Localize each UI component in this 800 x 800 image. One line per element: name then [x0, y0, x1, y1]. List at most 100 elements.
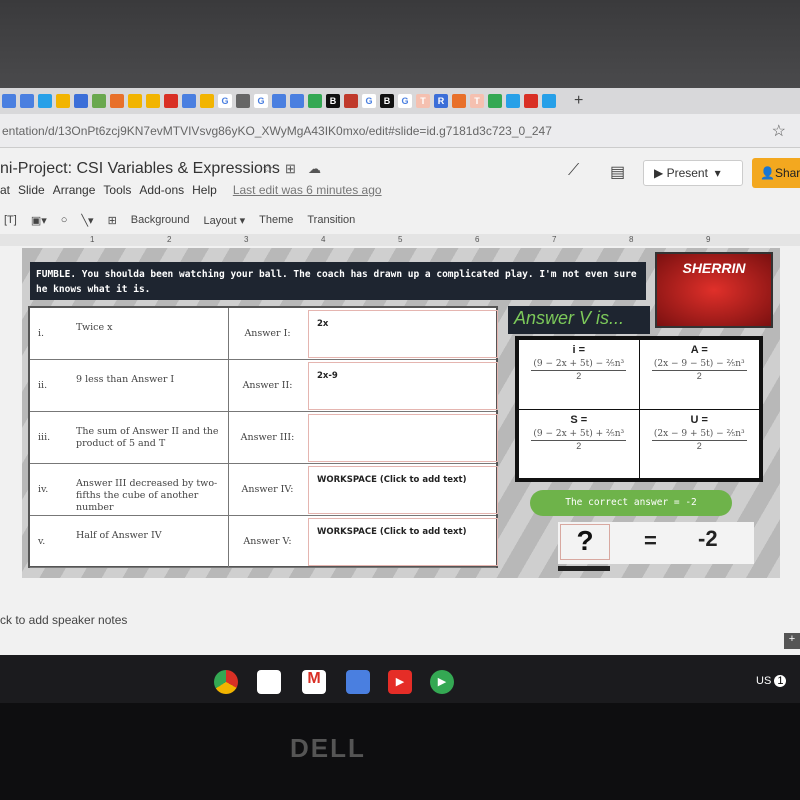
new-comment-icon[interactable]: ⊞ [108, 214, 117, 227]
taskbar: M ▶ ▶ US 1 [0, 655, 800, 703]
menu-bar: at Slide Arrange Tools Add-ons Help Last… [0, 183, 382, 197]
answer-input-box[interactable]: ? [560, 524, 610, 560]
activity-icon[interactable]: ⟋ [568, 162, 579, 180]
answer-v-title: Answer V is... [508, 306, 650, 334]
equals-sign: = [644, 528, 657, 553]
answer-option[interactable]: U = (2x − 9 + 5t) − ⅖n³ 2 [639, 409, 759, 478]
tab-favicon[interactable] [272, 94, 286, 108]
menu-help[interactable]: Help [192, 183, 217, 197]
answer-label: Answer II: [228, 360, 306, 411]
menu-format[interactable]: at [0, 183, 10, 197]
equation-box: ? = -2 [558, 522, 754, 564]
tab-favicon[interactable] [542, 94, 556, 108]
ruler-mark: 8 [629, 235, 634, 244]
address-bar[interactable]: entation/d/13OnPt6zcj9KN7evMTVIVsvg86yKO… [0, 114, 800, 148]
tab-favicon[interactable] [128, 94, 142, 108]
shape-icon[interactable]: ○ [61, 214, 68, 226]
answer-textbox[interactable]: 2x [308, 310, 498, 358]
option-denominator: 2 [576, 371, 582, 381]
chrome-icon[interactable] [214, 670, 238, 694]
background-button[interactable]: Background [131, 214, 190, 226]
tab-favicon[interactable] [308, 94, 322, 108]
image-icon[interactable]: ▣▾ [31, 214, 47, 227]
tab-favicon[interactable]: G [362, 94, 376, 108]
url-text[interactable]: entation/d/13OnPt6zcj9KN7evMTVIVsvg86yKO… [2, 124, 552, 138]
row-description: The sum of Answer II and the product of … [76, 426, 219, 449]
move-folder-icon[interactable]: ⊞ [285, 161, 296, 177]
menu-slide[interactable]: Slide [18, 183, 45, 197]
answer-option[interactable]: S = (9 − 2x + 5t) + ⅖n³ 2 [519, 409, 639, 478]
tab-favicon[interactable]: B [326, 94, 340, 108]
table-row: iv. Answer III decreased by two-fifths th… [30, 464, 498, 516]
tab-favicon[interactable] [290, 94, 304, 108]
classroom-icon[interactable] [257, 670, 281, 694]
explore-icon[interactable]: + [784, 633, 800, 649]
tab-favicon[interactable] [236, 94, 250, 108]
tab-favicon[interactable] [200, 94, 214, 108]
option-numerator: (9 − 2x + 5t) + ⅖n³ [531, 426, 627, 441]
docs-icon[interactable] [346, 670, 370, 694]
answer-textbox[interactable]: WORKSPACE (Click to add text) [308, 466, 498, 514]
tab-favicon[interactable] [488, 94, 502, 108]
menu-tools[interactable]: Tools [103, 183, 131, 197]
tab-favicon[interactable]: T [416, 94, 430, 108]
row-description: 9 less than Answer I [76, 374, 175, 385]
sherrin-football-image[interactable]: SHERRIN [655, 252, 773, 328]
tab-favicon[interactable] [182, 94, 196, 108]
tab-favicon[interactable]: T [470, 94, 484, 108]
textbox-icon[interactable]: [T] [4, 214, 17, 226]
answer-label: Answer IV: [228, 464, 306, 515]
table-row: v. Half of Answer IV Answer V: WORKSPACE (C… [30, 516, 498, 568]
tab-favicon[interactable] [524, 94, 538, 108]
ruler-mark: 6 [475, 235, 480, 244]
tab-favicon[interactable] [452, 94, 466, 108]
tab-favicon[interactable] [20, 94, 34, 108]
answer-textbox[interactable]: 2x-9 [308, 362, 498, 410]
tab-favicon[interactable]: G [254, 94, 268, 108]
menu-arrange[interactable]: Arrange [53, 183, 96, 197]
answer-option[interactable]: i = (9 − 2x + 5t) − ⅖n³ 2 [519, 340, 639, 409]
locale-indicator[interactable]: US 1 [756, 675, 787, 687]
tab-favicon[interactable] [146, 94, 160, 108]
line-icon[interactable]: ╲▾ [81, 214, 93, 227]
play-store-icon[interactable]: ▶ [430, 670, 454, 694]
youtube-icon[interactable]: ▶ [388, 670, 412, 694]
gmail-icon[interactable]: M [302, 670, 326, 694]
tab-favicon[interactable] [164, 94, 178, 108]
tab-favicon[interactable]: G [398, 94, 412, 108]
slide-canvas[interactable]: FUMBLE. You shoulda been watching your b… [22, 248, 780, 578]
option-variable: A = [690, 344, 708, 356]
star-icon[interactable]: ☆ [262, 161, 274, 177]
tab-favicon[interactable]: B [380, 94, 394, 108]
new-tab-button[interactable]: + [574, 92, 583, 110]
prompt-banner[interactable]: FUMBLE. You shoulda been watching your b… [30, 262, 646, 300]
answer-textbox[interactable] [308, 414, 498, 462]
present-button[interactable]: ▶ Present ▾ [643, 160, 743, 186]
answer-option[interactable]: A = (2x − 9 − 5t) − ⅖n³ 2 [639, 340, 759, 409]
speaker-notes[interactable]: ck to add speaker notes [0, 613, 127, 627]
option-numerator: (2x − 9 + 5t) − ⅖n³ [651, 426, 747, 441]
answer-textbox[interactable]: WORKSPACE (Click to add text) [308, 518, 498, 566]
monitor-bezel-bottom [0, 703, 800, 800]
table-row: i. Twice x Answer I: 2x [30, 308, 498, 360]
tab-favicon[interactable] [92, 94, 106, 108]
tab-favicon[interactable]: R [434, 94, 448, 108]
share-button[interactable]: 👤Shar [752, 158, 800, 188]
share-label: Shar [774, 166, 800, 180]
tab-favicon[interactable] [56, 94, 70, 108]
tab-favicon[interactable] [344, 94, 358, 108]
tab-favicon[interactable] [110, 94, 124, 108]
theme-button[interactable]: Theme [259, 214, 293, 226]
document-title[interactable]: ni-Project: CSI Variables & Expressions [0, 160, 280, 178]
tab-favicon[interactable] [74, 94, 88, 108]
bookmark-star-icon[interactable]: ☆ [772, 121, 786, 141]
tab-favicon[interactable] [38, 94, 52, 108]
last-edit-link[interactable]: Last edit was 6 minutes ago [233, 183, 382, 197]
menu-addons[interactable]: Add-ons [139, 183, 184, 197]
tab-favicon[interactable] [506, 94, 520, 108]
comments-icon[interactable]: ▤ [610, 162, 625, 182]
tab-favicon[interactable]: G [218, 94, 232, 108]
tab-favicon[interactable] [2, 94, 16, 108]
transition-button[interactable]: Transition [307, 214, 355, 226]
layout-button[interactable]: Layout ▾ [204, 214, 246, 227]
